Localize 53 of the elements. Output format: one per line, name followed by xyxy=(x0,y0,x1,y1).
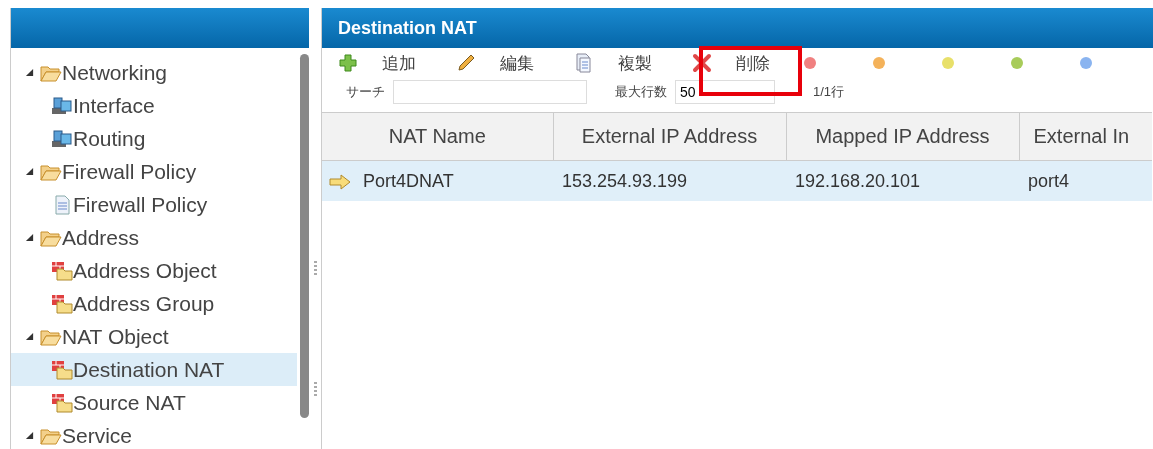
toolbar-button[interactable]: 追加 xyxy=(338,51,416,75)
tree-item[interactable]: Address Group xyxy=(11,287,297,320)
column-header[interactable]: NAT Name xyxy=(322,112,553,161)
column-header[interactable]: External In xyxy=(1019,112,1152,161)
row-count: 1/1行 xyxy=(813,83,845,101)
tree-item[interactable]: Firewall Policy xyxy=(11,155,297,188)
column-header[interactable]: Mapped IP Address xyxy=(786,112,1019,161)
close-icon xyxy=(692,53,712,73)
table-cell-text: 192.168.20.101 xyxy=(794,170,921,191)
color-filter-dot[interactable] xyxy=(804,57,816,69)
tree-item[interactable]: Routing xyxy=(11,122,297,155)
expand-triangle-icon[interactable] xyxy=(25,431,34,440)
search-field[interactable] xyxy=(393,80,587,104)
tree-item[interactable]: NAT Object xyxy=(11,320,297,353)
expand-triangle-icon[interactable] xyxy=(25,332,34,341)
tree-item[interactable]: Firewall Policy xyxy=(11,188,297,221)
document-icon xyxy=(574,53,594,73)
color-filter-dot[interactable] xyxy=(1080,57,1092,69)
network-icon xyxy=(51,95,73,116)
toolbar-button[interactable]: 削除 xyxy=(692,51,770,75)
color-filter-dot[interactable] xyxy=(1011,57,1023,69)
toolbar-button[interactable]: 複製 xyxy=(574,51,652,75)
column-header[interactable]: External IP Address xyxy=(553,112,786,161)
object-icon xyxy=(51,260,73,281)
pencil-icon xyxy=(456,53,476,73)
panel-title: Destination NAT xyxy=(322,8,1153,48)
tree-item[interactable]: Source NAT xyxy=(11,386,297,419)
toolbar-button[interactable]: 編集 xyxy=(456,51,534,75)
color-filter-dot[interactable] xyxy=(873,57,885,69)
scrollbar[interactable] xyxy=(300,54,309,418)
color-filter-dot[interactable] xyxy=(942,57,954,69)
object-icon xyxy=(51,293,73,314)
expand-triangle-icon[interactable] xyxy=(25,233,34,242)
tree-item[interactable]: Address xyxy=(11,221,297,254)
tree-item[interactable]: Destination NAT xyxy=(11,353,297,386)
object-icon xyxy=(51,359,73,380)
plus-icon xyxy=(338,53,358,73)
expand-triangle-icon[interactable] xyxy=(25,68,34,77)
arrow-icon xyxy=(329,173,351,190)
table-cell: Port4DNAT xyxy=(363,170,454,191)
search-label: サーチ xyxy=(346,83,385,101)
object-icon xyxy=(51,392,73,413)
tree-item[interactable]: Networking xyxy=(11,56,297,89)
max-rows-label: 最大行数 xyxy=(615,83,667,101)
tree-item[interactable]: Address Object xyxy=(11,254,297,287)
splitter-handle[interactable] xyxy=(313,381,317,396)
network-icon xyxy=(51,128,73,149)
tree-item[interactable]: Interface xyxy=(11,89,297,122)
table-cell-text: port4 xyxy=(1027,170,1070,191)
expand-triangle-icon[interactable] xyxy=(25,167,34,176)
splitter-handle[interactable] xyxy=(313,261,317,276)
tree-item[interactable]: Service xyxy=(11,419,297,449)
table-cell-text: 153.254.93.199 xyxy=(561,170,688,191)
